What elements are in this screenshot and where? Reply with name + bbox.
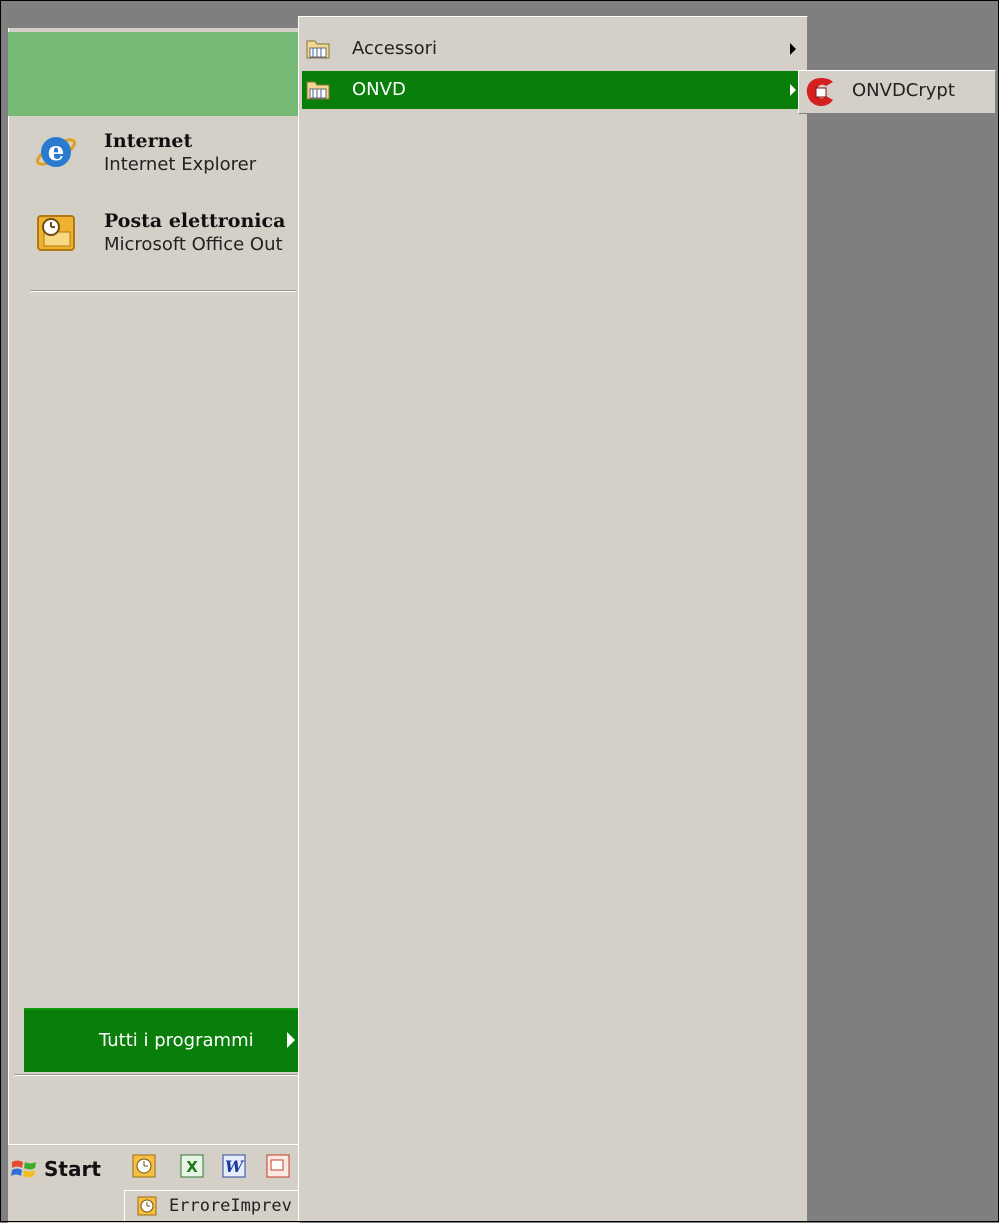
pinned-item-internet-explorer[interactable]: e Internet Internet Explorer: [30, 126, 300, 186]
pinned-item-outlook[interactable]: Posta elettronica Microsoft Office Out: [30, 206, 300, 266]
start-button[interactable]: Start: [10, 1152, 114, 1186]
programs-menu: [298, 16, 808, 1222]
menu-item-label: ONVDCrypt: [852, 80, 955, 101]
folder-icon: [306, 37, 330, 59]
folder-icon: [306, 78, 330, 100]
menu-item-onvdcrypt[interactable]: ONVDCrypt: [800, 72, 994, 110]
pinned-item-title: Internet: [104, 130, 193, 152]
menu-item-onvd[interactable]: ONVD: [302, 71, 806, 109]
arrow-right-icon: [790, 43, 796, 55]
svg-text:X: X: [186, 1158, 198, 1176]
outlook-icon: [34, 210, 78, 254]
start-menu-separator: [30, 290, 296, 292]
windows-logo-icon: [10, 1156, 38, 1182]
pinned-item-subtitle: Internet Explorer: [104, 154, 257, 175]
arrow-right-icon: [790, 84, 796, 96]
arrow-right-icon: [287, 1032, 295, 1048]
start-menu-header: [8, 32, 298, 116]
menu-item-label: ONVD: [352, 79, 406, 100]
pinned-item-title: Posta elettronica: [104, 210, 286, 232]
outlook-icon[interactable]: [132, 1154, 156, 1178]
svg-text:W: W: [225, 1157, 245, 1176]
excel-icon[interactable]: X: [180, 1154, 204, 1178]
start-label: Start: [44, 1157, 101, 1181]
svg-text:e: e: [48, 137, 65, 167]
internet-explorer-icon: e: [34, 130, 78, 174]
task-button-label: ErroreImprev: [169, 1196, 292, 1216]
start-menu-bottom-separator: [14, 1074, 298, 1076]
menu-item-accessori[interactable]: Accessori: [302, 30, 806, 68]
outlook-icon: [137, 1196, 157, 1216]
menu-item-label: Accessori: [352, 38, 438, 59]
taskbar-task-button[interactable]: ErroreImprev: [124, 1190, 300, 1222]
all-programs-label: Tutti i programmi: [99, 1030, 254, 1051]
word-icon[interactable]: W: [222, 1154, 246, 1178]
pinned-item-subtitle: Microsoft Office Out: [104, 234, 283, 255]
powerpoint-icon[interactable]: [266, 1154, 290, 1178]
all-programs-button[interactable]: Tutti i programmi: [24, 1008, 298, 1072]
onvdcrypt-icon: [804, 76, 838, 108]
